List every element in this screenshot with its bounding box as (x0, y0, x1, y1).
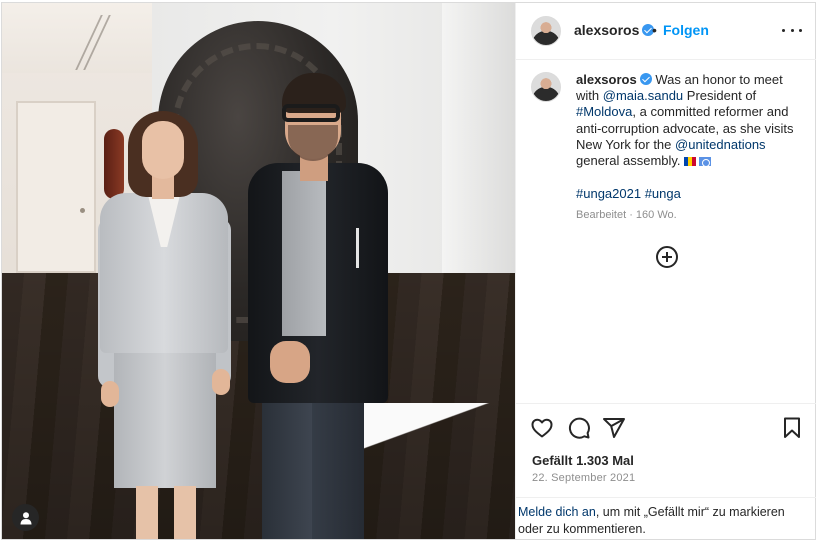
bookmark-glyph (784, 417, 800, 438)
woman-leg-right (174, 486, 196, 539)
man-shirt (282, 171, 326, 336)
woman-skirt (114, 348, 216, 488)
share-glyph (603, 418, 625, 438)
comment-icon[interactable] (567, 416, 591, 440)
mention-link[interactable]: @maia.sandu (603, 88, 683, 103)
photo-door (16, 101, 96, 273)
post-side-panel: alexsoros • Folgen alexsoros Was an hono… (515, 3, 816, 539)
caption-username[interactable]: alexsoros (576, 72, 652, 87)
login-link[interactable]: Melde dich an (518, 505, 596, 519)
post-photo[interactable] (2, 3, 515, 539)
edited-timestamp: Bearbeitet · 160 Wo. (576, 209, 677, 221)
man-hands (270, 341, 310, 383)
caption-avatar[interactable] (531, 72, 561, 102)
header-separator: • (652, 22, 657, 38)
likes-count[interactable]: Gefällt 1.303 Mal (532, 453, 634, 468)
heart-icon[interactable] (530, 416, 554, 440)
man-jeans-left (262, 395, 312, 539)
author-username-text[interactable]: alexsoros (574, 22, 639, 38)
heart-glyph (531, 418, 553, 438)
woman-hand-left (101, 381, 119, 407)
caption-username-text[interactable]: alexsoros (576, 72, 637, 87)
photo-vase (104, 129, 124, 199)
post-caption: alexsoros Was an honor to meet with @mai… (516, 60, 816, 403)
instagram-post: alexsoros • Folgen alexsoros Was an hono… (1, 2, 816, 540)
man-glasses (282, 104, 340, 122)
hashtag-link[interactable]: #unga (645, 186, 681, 201)
more-horizontal-icon[interactable] (782, 22, 802, 38)
caption-text: alexsoros Was an honor to meet with @mai… (576, 72, 806, 169)
follow-button[interactable]: Folgen (663, 22, 709, 38)
woman-hand-right (212, 369, 230, 395)
woman-leg-left (136, 486, 158, 539)
caption-segment: President of (686, 88, 757, 104)
man-jeans-right (312, 395, 364, 539)
author-username[interactable]: alexsoros (574, 22, 655, 38)
login-prompt: Melde dich an, um mit „Gefällt mir“ zu m… (516, 497, 816, 539)
caption-hashtags: #unga2021 #unga (576, 186, 681, 201)
add-circle-icon[interactable] (656, 246, 678, 268)
bookmark-icon[interactable] (780, 416, 804, 440)
user-tag-icon[interactable] (12, 504, 39, 531)
post-actions: Gefällt 1.303 Mal 22. September 2021 (516, 403, 816, 498)
photo-baseboard (357, 403, 515, 463)
share-icon[interactable] (602, 416, 626, 440)
user-tag-glyph (20, 511, 31, 524)
caption-verified-badge-icon (639, 73, 652, 85)
mention-link[interactable]: @unitednations (675, 137, 766, 152)
woman-face (142, 121, 184, 179)
author-avatar[interactable] (531, 16, 561, 46)
hashtag-link[interactable]: #Moldova (576, 104, 632, 119)
united-nations-flag (698, 157, 711, 167)
post-date[interactable]: 22. September 2021 (532, 472, 635, 484)
man-jacket-zipper (356, 228, 359, 268)
comment-glyph (568, 417, 590, 439)
post-header: alexsoros • Folgen (516, 3, 816, 60)
photo-doorknob (80, 208, 85, 213)
hashtag-link[interactable]: #unga2021 (576, 186, 641, 201)
caption-segment: general assembly. (576, 153, 681, 169)
moldova-flag (683, 157, 696, 167)
